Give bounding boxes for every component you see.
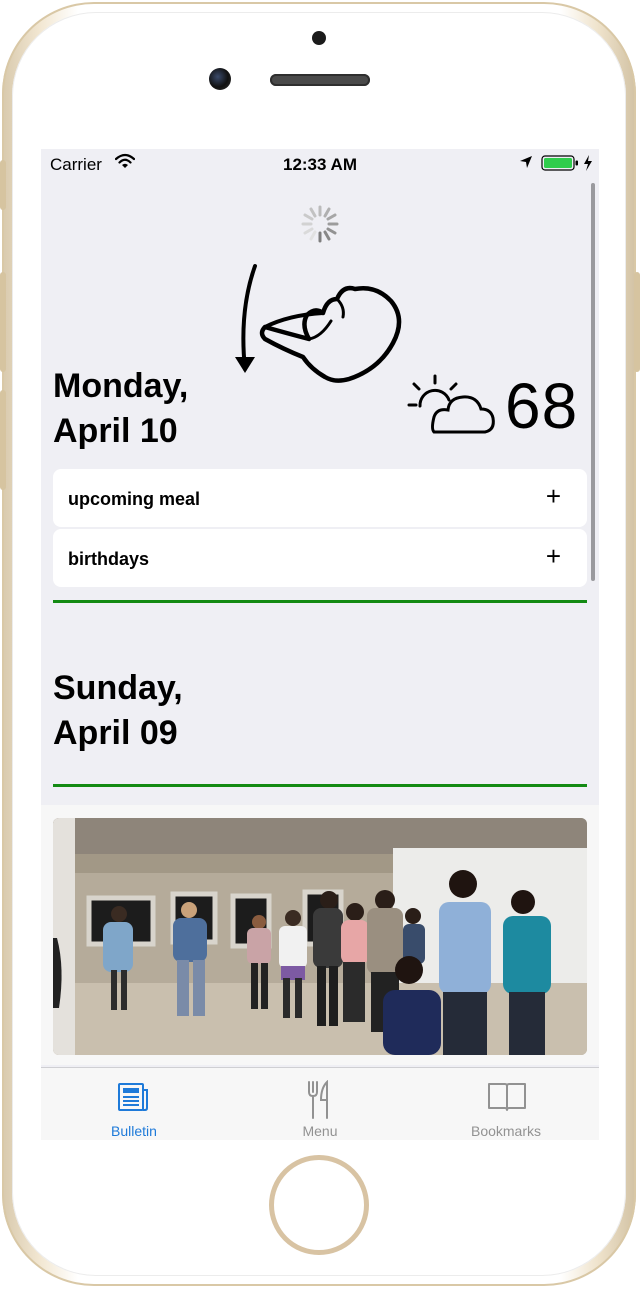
- volume-up-button: [0, 272, 6, 372]
- tab-label: Bulletin: [111, 1123, 157, 1139]
- gallery-photo[interactable]: [53, 818, 587, 1055]
- today-day: Monday,: [53, 367, 189, 405]
- previous-day-date: April 09: [53, 714, 178, 752]
- expand-plus-icon[interactable]: +: [546, 483, 561, 509]
- newspaper-icon: [118, 1083, 148, 1111]
- today-date: April 10: [53, 412, 178, 450]
- section-divider: [53, 600, 587, 603]
- pull-to-refresh-hint-icon: [235, 264, 402, 383]
- volume-down-button: [0, 390, 6, 490]
- today-heading: Monday, April 10: [53, 364, 188, 454]
- previous-day-heading: Sunday, April 09: [53, 666, 183, 756]
- scroll-indicator[interactable]: [591, 183, 595, 581]
- section-divider: [53, 784, 587, 787]
- previous-day-day: Sunday,: [53, 669, 183, 707]
- tab-bulletin[interactable]: Bulletin: [41, 1068, 227, 1140]
- expand-plus-icon[interactable]: +: [546, 543, 561, 569]
- refresh-spinner-icon: [301, 205, 339, 243]
- front-camera: [209, 68, 231, 90]
- status-time: 12:33 AM: [282, 155, 357, 174]
- power-button: [634, 272, 640, 372]
- upcoming-meal-card[interactable]: upcoming meal +: [53, 469, 587, 527]
- partly-sunny-icon: [407, 374, 495, 434]
- earpiece-speaker: [270, 74, 370, 86]
- charging-bolt-icon: [584, 155, 592, 171]
- location-arrow-icon: [520, 156, 532, 168]
- temperature-value: 68: [505, 370, 579, 442]
- tab-label: Menu: [302, 1123, 338, 1139]
- app-screen: Carrier 12:33 AM Monday, April 10 68 upc…: [41, 149, 599, 1140]
- birthdays-card[interactable]: birthdays +: [53, 529, 587, 587]
- home-button[interactable]: [269, 1155, 369, 1255]
- tab-bookmarks[interactable]: Bookmarks: [413, 1068, 599, 1140]
- battery-icon: [541, 155, 578, 171]
- proximity-sensor: [312, 31, 326, 45]
- card-label: birthdays: [68, 549, 150, 569]
- fork-knife-icon: [308, 1080, 328, 1119]
- status-bar: Carrier 12:33 AM: [41, 149, 599, 179]
- book-icon: [488, 1083, 526, 1111]
- tab-bar: Bulletin Menu Bookmarks: [41, 1067, 599, 1140]
- tab-label: Bookmarks: [470, 1123, 542, 1139]
- card-label: upcoming meal: [68, 489, 201, 509]
- tab-menu[interactable]: Menu: [227, 1068, 413, 1140]
- mute-switch: [0, 160, 6, 210]
